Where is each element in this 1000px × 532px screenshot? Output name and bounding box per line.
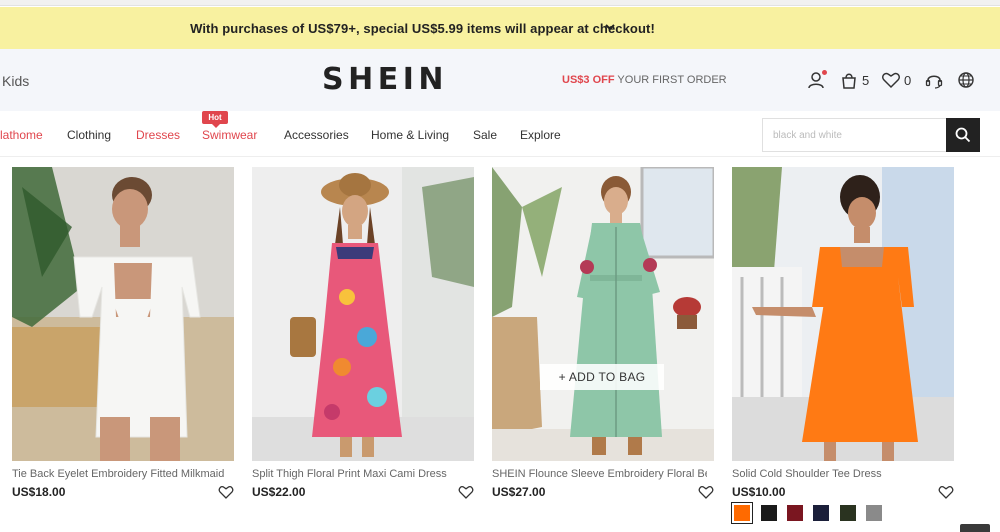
product-price: US$27.00 (492, 485, 546, 499)
product-image[interactable]: + ADD TO BAG (492, 167, 714, 461)
nav-item-clothing[interactable]: Clothing (67, 128, 111, 142)
color-swatch-grey[interactable] (866, 505, 882, 521)
product-image[interactable] (732, 167, 954, 461)
product-title[interactable]: Split Thigh Floral Print Maxi Cami Dress (252, 468, 467, 480)
product-title[interactable]: SHEIN Flounce Sleeve Embroidery Floral B… (492, 468, 707, 480)
product-price: US$18.00 (12, 485, 66, 499)
nav-item-dresses[interactable]: Dresses (136, 128, 180, 142)
search-field[interactable] (762, 118, 948, 152)
chevron-down-icon[interactable] (604, 21, 616, 33)
nav-item-swimwear[interactable]: Swimwear (202, 128, 257, 142)
search-icon (955, 127, 971, 143)
product-title[interactable]: Solid Cold Shoulder Tee Dress (732, 468, 947, 480)
product-title[interactable]: Tie Back Eyelet Embroidery Fitted Milkma… (12, 468, 227, 480)
nav-item-explore[interactable]: Explore (520, 128, 561, 142)
promo-text: With purchases of US$79+, special US$5.9… (190, 20, 655, 36)
color-swatch-navy[interactable] (813, 505, 829, 521)
nav-item-lathome[interactable]: lathome (0, 128, 43, 142)
first-order-offer[interactable]: US$3 OFF YOUR FIRST ORDER (562, 74, 727, 86)
nav-item-sale[interactable]: Sale (473, 128, 497, 142)
offer-highlight: US$3 OFF (562, 74, 615, 86)
promo-banner[interactable]: With purchases of US$79+, special US$5.9… (0, 7, 1000, 49)
color-swatch-olive[interactable] (840, 505, 856, 521)
site-header: Kids SHEIN US$3 OFF YOUR FIRST ORDER 5 0 (0, 49, 1000, 111)
heart-icon[interactable] (938, 484, 954, 500)
bag-icon[interactable] (839, 70, 859, 90)
heart-icon[interactable] (458, 484, 474, 500)
product-price: US$10.00 (732, 485, 786, 499)
offer-rest: YOUR FIRST ORDER (614, 74, 727, 86)
product-card[interactable]: + ADD TO BAG SHEIN Flounce Sleeve Embroi… (492, 167, 714, 499)
search-button[interactable] (946, 118, 980, 152)
product-card[interactable]: Split Thigh Floral Print Maxi Cami Dress… (252, 167, 474, 499)
add-to-bag-button[interactable]: + ADD TO BAG (540, 364, 664, 390)
hot-badge: Hot (202, 111, 228, 128)
heart-icon[interactable] (218, 484, 234, 500)
product-card[interactable]: Solid Cold Shoulder Tee Dress US$10.00 (732, 167, 954, 499)
heart-icon[interactable] (881, 70, 901, 90)
color-swatch-black[interactable] (761, 505, 777, 521)
wishlist-count: 0 (904, 73, 912, 88)
color-swatch-burgundy[interactable] (787, 505, 803, 521)
shein-logo[interactable]: SHEIN (322, 62, 448, 97)
product-image[interactable] (12, 167, 234, 461)
product-price: US$22.00 (252, 485, 306, 499)
globe-icon[interactable] (956, 70, 976, 90)
nav-kids-link[interactable]: Kids (2, 73, 29, 89)
nav-item-home-living[interactable]: Home & Living (371, 128, 449, 142)
product-card[interactable]: Tie Back Eyelet Embroidery Fitted Milkma… (12, 167, 234, 499)
notification-dot (822, 70, 827, 75)
nav-item-accessories[interactable]: Accessories (284, 128, 349, 142)
chat-widget-tab[interactable] (960, 524, 990, 532)
browser-top-strip (0, 0, 1000, 6)
color-swatch-orange[interactable] (731, 502, 753, 524)
heart-icon[interactable] (698, 484, 714, 500)
headset-icon[interactable] (924, 70, 944, 90)
product-image[interactable] (252, 167, 474, 461)
bag-count: 5 (862, 73, 870, 88)
search-input[interactable] (763, 119, 947, 151)
